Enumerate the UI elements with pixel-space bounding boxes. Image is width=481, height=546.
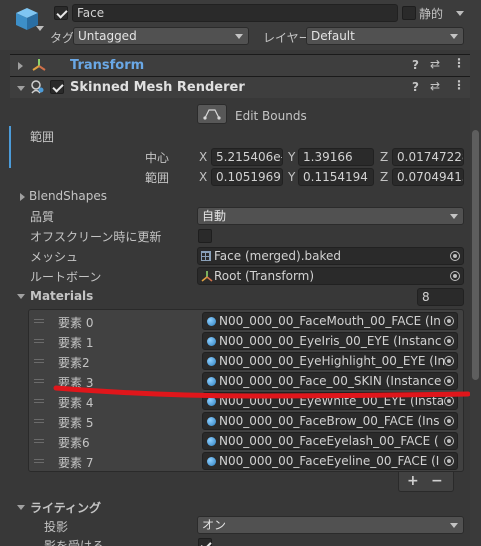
scrollbar-thumb[interactable] [472,130,479,380]
receive-shadows-checkbox[interactable] [198,538,212,546]
lighting-title[interactable]: ライティング [30,499,101,516]
cast-shadows-dropdown[interactable]: オン [197,516,464,534]
scrollbar-track[interactable] [470,50,481,546]
cast-shadows-value: オン [202,518,227,532]
chevron-down-icon [450,523,458,528]
lighting-foldout-icon[interactable] [17,505,25,510]
add-element-button[interactable]: + [407,473,419,489]
remove-element-button[interactable]: − [431,473,443,489]
annotation-red-underline [53,385,471,399]
receive-shadows-label: 影を受ける [44,539,105,546]
cast-shadows-label: 投影 [44,520,69,534]
